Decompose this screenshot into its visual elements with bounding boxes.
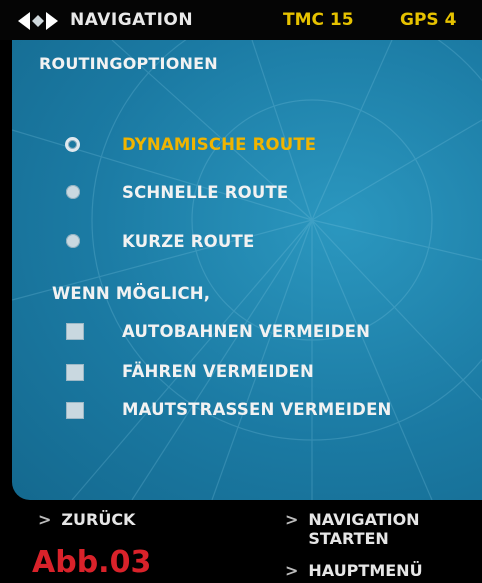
route-option-label: DYNAMISCHE ROUTE: [122, 135, 317, 154]
checkbox-icon[interactable]: [66, 323, 84, 340]
radio-icon[interactable]: [66, 234, 80, 248]
main-menu-button[interactable]: > HAUPTMENÜ: [285, 561, 423, 580]
route-option-label: SCHNELLE ROUTE: [122, 183, 289, 202]
routing-options-title: ROUTINGOPTIONEN: [39, 54, 218, 73]
background-pattern: [12, 40, 482, 500]
tmc-status: TMC 15: [283, 10, 354, 30]
avoid-option-label: AUTOBAHNEN VERMEIDEN: [122, 322, 371, 341]
back-label: ZURÜCK: [61, 510, 136, 529]
figure-label: Abb.03: [32, 545, 152, 580]
checkbox-icon[interactable]: [66, 402, 84, 419]
diamond-arrows-icon: [18, 12, 58, 30]
radio-selected-icon[interactable]: [65, 137, 80, 152]
navigation-title: NAVIGATION: [70, 10, 194, 30]
route-option-label: KURZE ROUTE: [122, 232, 255, 251]
back-button[interactable]: > ZURÜCK: [38, 510, 135, 529]
checkbox-icon[interactable]: [66, 364, 84, 381]
avoid-option-label: FÄHREN VERMEIDEN: [122, 362, 315, 381]
footer-bar: > ZURÜCK > NAVIGATION STARTEN > HAUPTMENÜ Ab…: [0, 500, 482, 583]
start-navigation-button[interactable]: > NAVIGATION STARTEN: [285, 510, 420, 548]
start-navigation-label-line2: STARTEN: [308, 529, 389, 548]
chevron-right-icon: >: [285, 510, 299, 529]
chevron-right-icon: >: [38, 510, 52, 529]
navigation-screen: NAVIGATION TMC 15 GPS 4 ROUTINGOPTIONEN …: [0, 0, 482, 583]
gps-status: GPS 4: [400, 10, 457, 30]
radio-icon[interactable]: [66, 185, 80, 199]
main-menu-label: HAUPTMENÜ: [308, 561, 423, 580]
avoid-option-label: MAUTSTRASSEN VERMEIDEN: [122, 400, 392, 419]
routing-options-panel: ROUTINGOPTIONEN DYNAMISCHE ROUTE SCHNELL…: [12, 40, 482, 500]
avoid-heading: WENN MÖGLICH,: [52, 284, 211, 303]
status-header: NAVIGATION TMC 15 GPS 4: [0, 0, 482, 40]
start-navigation-label-line1: NAVIGATION: [308, 510, 420, 529]
chevron-right-icon: >: [285, 561, 299, 580]
